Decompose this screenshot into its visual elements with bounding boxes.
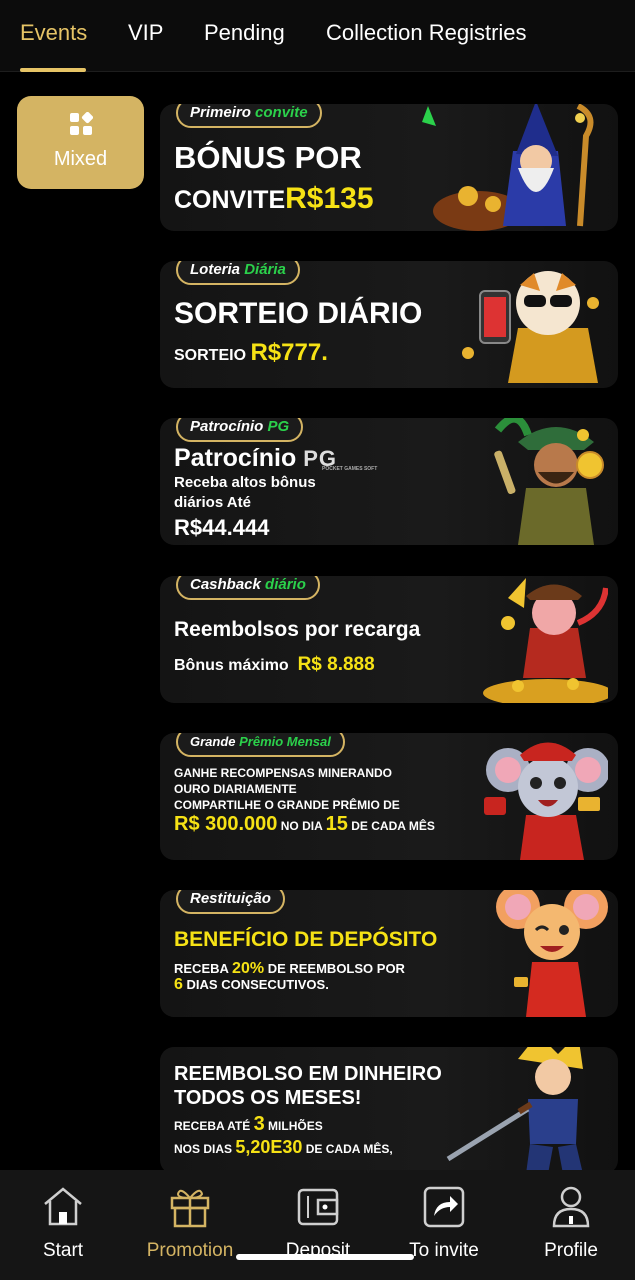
promo-title-2: TODOS OS MESES! [174,1087,362,1109]
promo-line: GANHE RECOMPENSAS MINERANDO [174,766,393,780]
user-icon [552,1186,590,1228]
promo-title: SORTEIO DIÁRIO [174,297,423,330]
promo-pill: Primeiro convite [176,104,322,128]
nav-start-label: Start [42,1240,84,1261]
wallet-icon [297,1188,339,1226]
promo-banner-deposit-refund[interactable]: Restituição BENEFÍCIO DE DEPÓSITO RECEBA… [160,890,618,1017]
pg-tagline: POCKET GAMES SOFT [322,466,378,472]
nav-profile-label: Profile [544,1240,598,1261]
promo-line: NOS DIAS 5,20E30 DE CADA MÊS, [174,1137,393,1157]
nav-start[interactable]: Start [3,1184,123,1262]
nav-profile[interactable]: Profile [511,1184,631,1262]
promo-line: Receba altos bônus [174,474,316,491]
home-icon [44,1187,82,1226]
promo-banner-daily-cashback[interactable]: Cashback diário Reembolsos por recarga B… [160,576,618,703]
promo-title: BÓNUS POR [174,140,362,175]
promo-line: RECEBA ATÉ 3 MILHÕES [174,1113,323,1135]
bottom-nav: Start Promotion Deposit To invite Profil… [0,1170,635,1280]
promo-title: BENEFÍCIO DE DEPÓSITO [174,928,438,951]
promo-subtitle: SORTEIO R$777. [174,339,328,366]
promo-line: diários Até [174,494,251,511]
promo-subtitle: CONVITER$135 [174,182,374,215]
promo-line: OURO DIARIAMENTE [174,782,297,796]
promo-pill: Patrocínio PG [176,418,304,442]
mouse-icon [484,742,608,860]
promo-pill: Restituição [176,890,285,914]
promo-line: COMPARTILHE O GRANDE PRÊMIO DE [174,798,400,812]
tab-events[interactable]: Events [20,20,87,46]
promo-line: 6 DIAS CONSECUTIVOS. [174,976,329,993]
ox-icon [483,578,608,703]
promo-banner-monthly-prize[interactable]: Grande Prêmio Mensal GANHE RECOMPENSAS M… [160,733,618,860]
tab-vip[interactable]: VIP [128,20,163,46]
promo-pill: Loteria Diária [176,261,300,285]
tiger-icon [462,271,599,383]
promo-title: Patrocínio PG [174,444,337,472]
wizard-icon [422,104,594,231]
promo-amount: R$44.444 [174,515,270,540]
nav-to-invite[interactable]: To invite [384,1184,504,1262]
promo-pill: Cashback diário [176,576,320,600]
promo-title: REEMBOLSO EM DINHEIRO [174,1063,442,1085]
nav-promotion-label: Promotion [146,1240,234,1261]
nav-promotion[interactable]: Promotion [130,1184,250,1262]
mouse-red-icon [496,890,608,1017]
warrior-icon [446,1047,583,1174]
explorer-icon [494,418,604,545]
tab-pending[interactable]: Pending [204,20,285,46]
promo-banner-invite[interactable]: Primeiro convite BÓNUS POR CONVITER$135 [160,104,618,231]
promo-pill: Grande Prêmio Mensal [176,733,345,757]
promo-title: Reembolsos por recarga [174,618,421,641]
top-tabs: Events VIP Pending Collection Registries [0,0,635,72]
home-indicator[interactable] [236,1254,414,1260]
nav-deposit[interactable]: Deposit [258,1184,378,1262]
active-tab-indicator [20,68,86,72]
share-icon [423,1186,465,1228]
grid-icon [70,112,93,135]
promo-banner-pg-sponsorship[interactable]: Patrocínio PG Patrocínio PG POCKET GAMES… [160,418,618,545]
tab-collection-registries[interactable]: Collection Registries [326,20,527,46]
filter-mixed-button[interactable]: Mixed [17,96,144,189]
promo-subtitle: Bônus máximo R$ 8.888 [174,654,375,675]
promo-amount-line: R$ 300.000 NO DIA 15 DE CADA MÊS [174,813,435,835]
filter-mixed-label: Mixed [53,148,108,170]
promo-banner-daily-lottery[interactable]: Loteria Diária SORTEIO DIÁRIO SORTEIO R$… [160,261,618,388]
promo-banner-monthly-cashback[interactable]: REEMBOLSO EM DINHEIRO TODOS OS MESES! RE… [160,1047,618,1174]
gift-icon [170,1189,210,1228]
